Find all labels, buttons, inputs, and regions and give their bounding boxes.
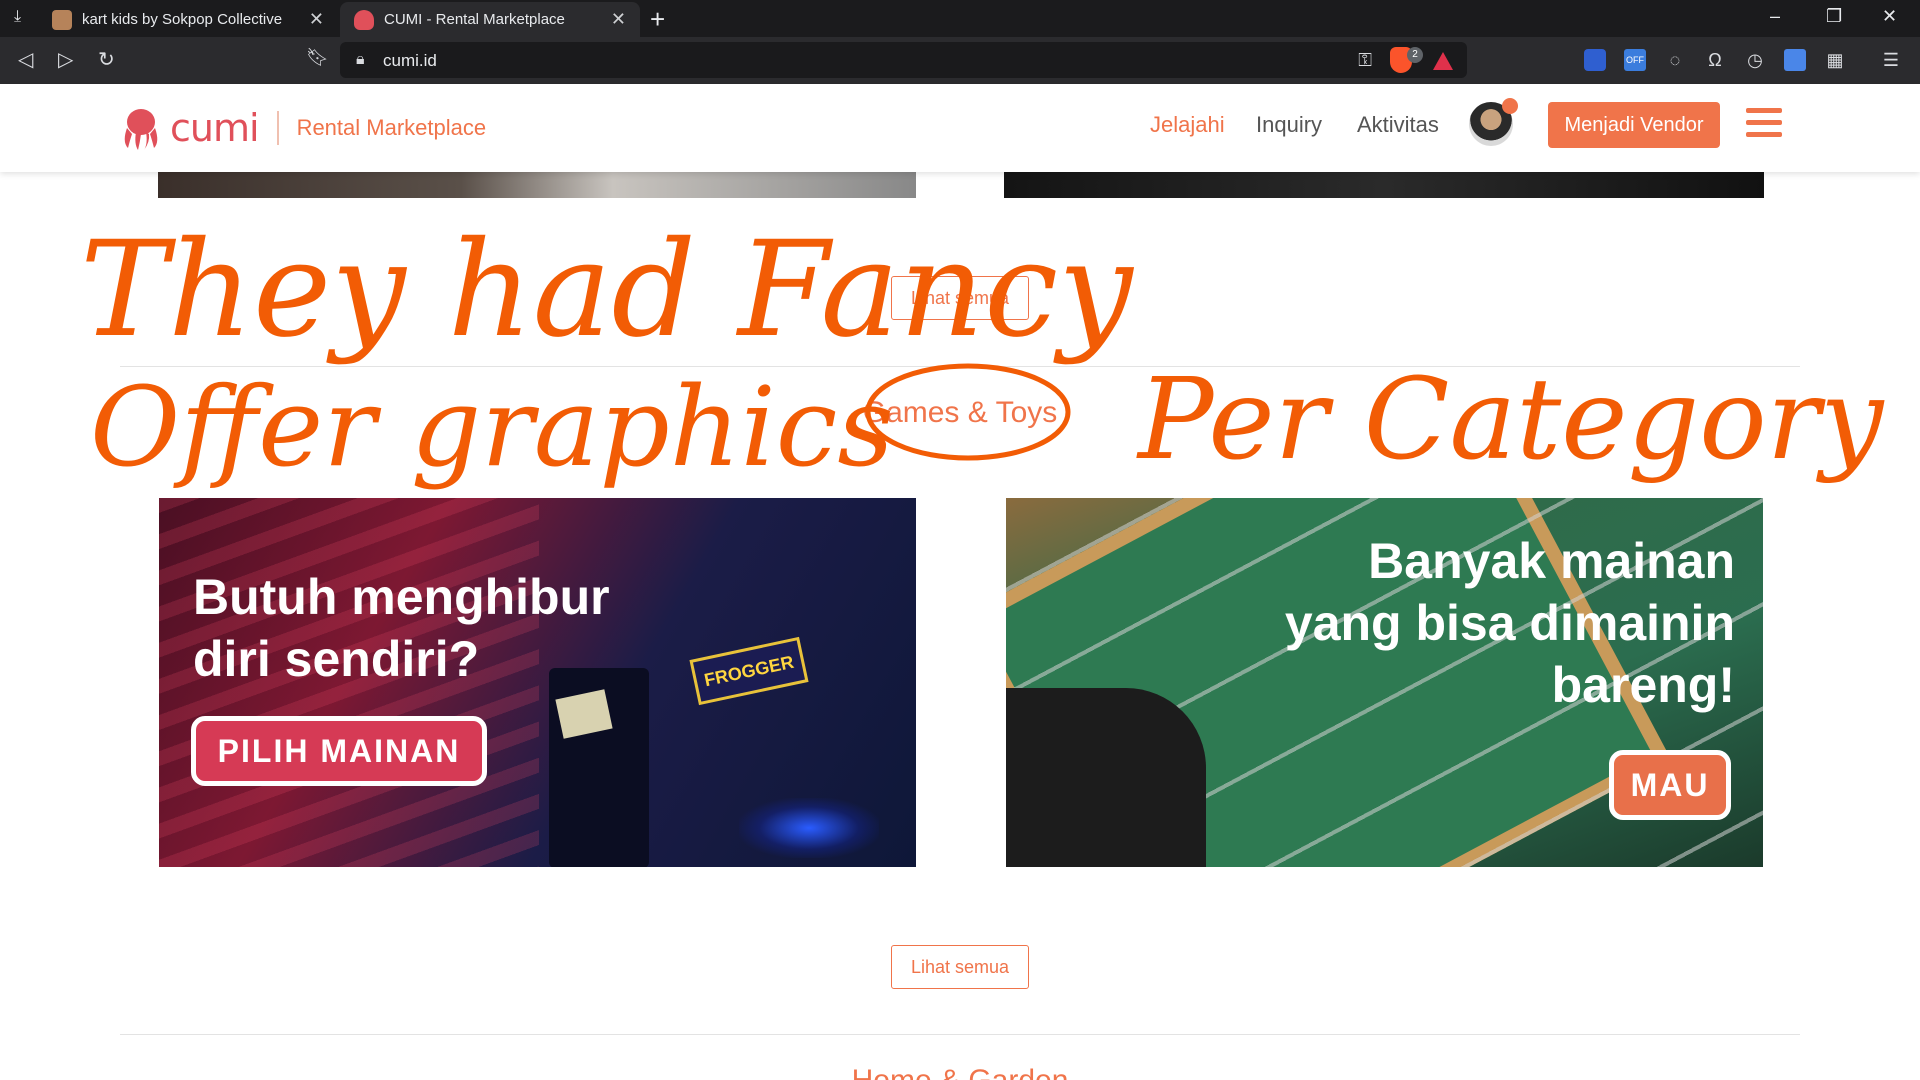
- bitwarden-icon[interactable]: [1584, 49, 1606, 71]
- cumi-favicon-icon: [354, 9, 374, 30]
- lightbulb-icon[interactable]: ◌: [1664, 49, 1686, 71]
- tab-cumi[interactable]: CUMI - Rental Marketplace ✕: [340, 2, 640, 37]
- forward-icon[interactable]: ▷: [58, 47, 73, 72]
- tab-title: kart kids by Sokpop Collective: [82, 11, 283, 28]
- promo-banner-solo[interactable]: FROGGER Butuh menghibur diri sendiri? PI…: [159, 498, 916, 867]
- minimize-button[interactable]: –: [1770, 6, 1780, 27]
- mau-button[interactable]: MAU: [1609, 750, 1731, 820]
- brave-shield-count: 2: [1407, 47, 1423, 63]
- back-icon[interactable]: ◁: [18, 47, 33, 72]
- browser-menu-icon[interactable]: ☰: [1880, 49, 1902, 71]
- nav-inquiry[interactable]: Inquiry: [1256, 112, 1322, 138]
- reload-icon[interactable]: ↻: [98, 47, 115, 72]
- close-tab-icon[interactable]: ✕: [611, 9, 626, 30]
- navigation-bar: ◁ ▷ ↻ 🔖︎ 🔒︎ cumi.id ⚿ 2 OFF ◌ Ω ◷ ▦ ☰: [0, 37, 1920, 84]
- category-title: Games & Toys: [862, 396, 1058, 429]
- hamburger-menu-icon[interactable]: [1746, 108, 1782, 138]
- close-tab-icon[interactable]: ✕: [309, 9, 324, 30]
- section-divider: [120, 1034, 1800, 1035]
- translate-icon[interactable]: [1784, 49, 1806, 71]
- tab-title: CUMI - Rental Marketplace: [384, 11, 565, 28]
- banner-headline-line2: yang bisa dimainin: [1284, 595, 1735, 651]
- new-tab-button[interactable]: +: [650, 4, 665, 35]
- become-vendor-button[interactable]: Menjadi Vendor: [1548, 102, 1720, 148]
- omega-icon[interactable]: Ω: [1704, 49, 1726, 71]
- see-all-button[interactable]: Lihat semua: [891, 945, 1029, 989]
- section-divider: [120, 366, 1800, 367]
- off-extension-icon[interactable]: OFF: [1624, 49, 1646, 71]
- kart-kids-favicon-icon: [52, 9, 72, 30]
- brand-name: cumi: [170, 106, 260, 150]
- logo[interactable]: cumi Rental Marketplace: [118, 106, 486, 150]
- grid-extension-icon[interactable]: ▦: [1824, 49, 1846, 71]
- tab-bar: ⤓ kart kids by Sokpop Collective ✕ CUMI …: [0, 0, 1920, 37]
- close-window-button[interactable]: ✕: [1882, 6, 1897, 27]
- frogger-sign: FROGGER: [689, 636, 809, 706]
- previous-section-image[interactable]: [158, 172, 916, 198]
- promo-banner-group[interactable]: Banyak mainan yang bisa dimainin bareng!…: [1006, 498, 1763, 867]
- download-icon[interactable]: ⤓: [14, 8, 21, 26]
- previous-section-image[interactable]: [1004, 172, 1764, 198]
- banner-headline-line2: diri sendiri?: [193, 631, 480, 687]
- pilih-mainan-button[interactable]: PILIH MAINAN: [191, 716, 487, 786]
- banner-headline-line1: Butuh menghibur: [193, 569, 610, 625]
- site-header: cumi Rental Marketplace Jelajahi Inquiry…: [0, 84, 1920, 172]
- logo-separator: [276, 111, 279, 145]
- see-all-button[interactable]: Lihat semua: [891, 276, 1029, 320]
- clock-icon[interactable]: ◷: [1744, 49, 1766, 71]
- next-category-title: Home & Garden: [0, 1064, 1920, 1080]
- key-icon[interactable]: ⚿: [1358, 50, 1372, 71]
- tab-kart-kids[interactable]: kart kids by Sokpop Collective ✕: [38, 2, 338, 37]
- nav-jelajahi[interactable]: Jelajahi: [1150, 112, 1225, 138]
- banner-headline-line1: Banyak mainan: [1368, 533, 1735, 589]
- bookmark-icon[interactable]: 🔖︎: [306, 47, 329, 68]
- notification-dot: [1502, 98, 1518, 114]
- address-bar[interactable]: 🔒︎ cumi.id ⚿ 2: [340, 42, 1467, 78]
- url-text[interactable]: cumi.id: [383, 51, 437, 71]
- banner-headline-line3: bareng!: [1551, 657, 1735, 713]
- brand-tagline: Rental Marketplace: [296, 115, 487, 140]
- arcade-glow: [739, 798, 879, 858]
- lock-icon: 🔒︎: [356, 51, 365, 68]
- browser-chrome: ⤓ kart kids by Sokpop Collective ✕ CUMI …: [0, 0, 1920, 84]
- brave-rewards-icon[interactable]: [1433, 52, 1453, 70]
- restore-button[interactable]: ❐: [1826, 6, 1842, 27]
- next-category-clip: Home & Garden: [0, 1064, 1920, 1080]
- cumi-logo-icon: [118, 106, 164, 150]
- nav-aktivitas[interactable]: Aktivitas: [1357, 112, 1439, 138]
- player-arm: [1006, 688, 1206, 867]
